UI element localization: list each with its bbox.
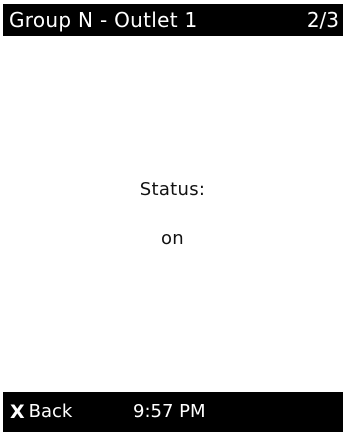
- device-screen: Group N - Outlet 1 2/3 Status: on X Back…: [0, 0, 345, 436]
- screen-title: Group N - Outlet 1: [9, 8, 198, 32]
- title-bar: Group N - Outlet 1 2/3: [3, 4, 343, 36]
- bottom-bar: X Back 9:57 PM: [3, 392, 343, 432]
- status-label: Status:: [139, 179, 206, 200]
- content-area: Status: on: [0, 36, 345, 390]
- clock-time: 9:57 PM: [133, 401, 206, 422]
- back-label: Back: [28, 401, 73, 422]
- back-button[interactable]: X Back: [10, 400, 72, 424]
- status-value: on: [160, 228, 185, 249]
- page-indicator: 2/3: [306, 8, 339, 32]
- close-icon: X: [10, 401, 25, 423]
